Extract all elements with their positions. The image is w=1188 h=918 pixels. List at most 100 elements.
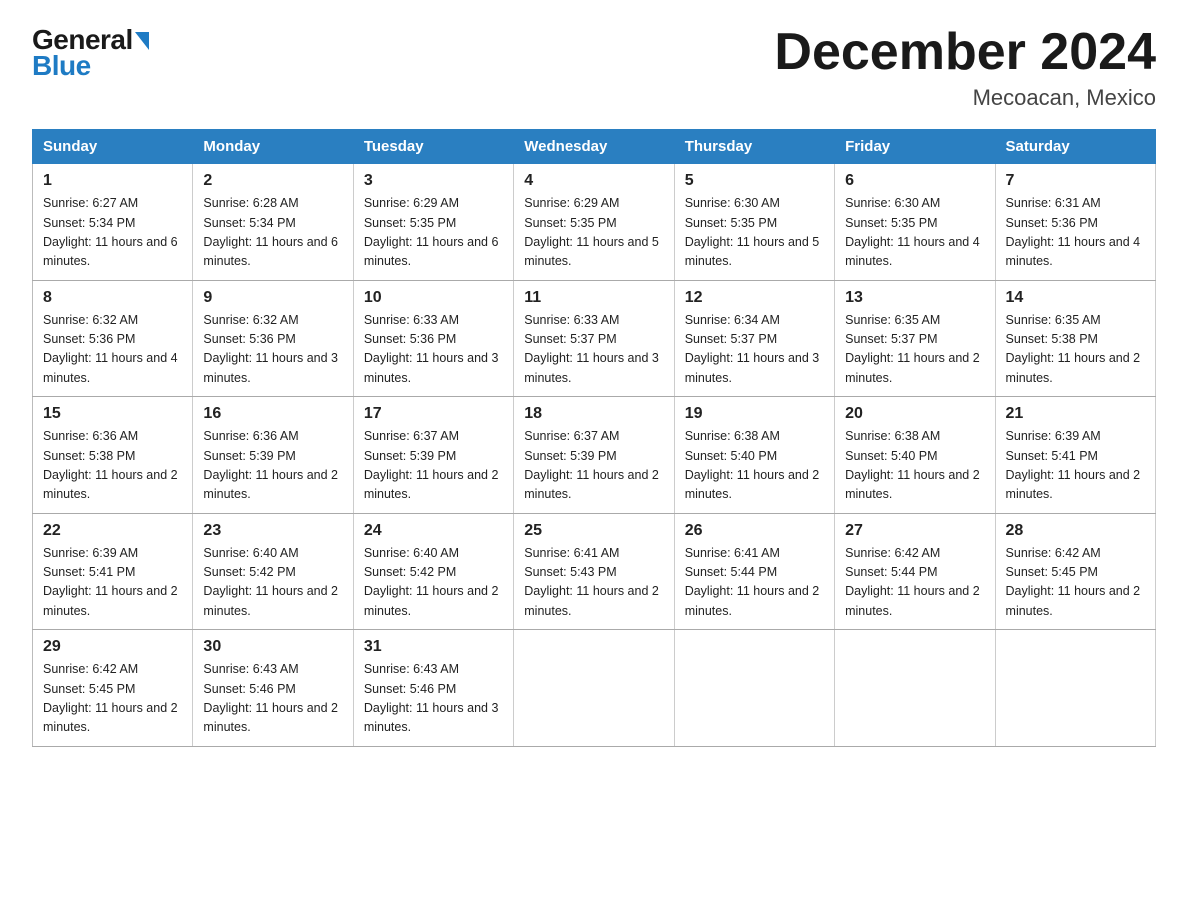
table-row: 2 Sunrise: 6:28 AM Sunset: 5:34 PM Dayli…	[193, 164, 353, 281]
day-number: 4	[524, 172, 663, 190]
table-row: 14 Sunrise: 6:35 AM Sunset: 5:38 PM Dayl…	[995, 280, 1155, 397]
day-info: Sunrise: 6:35 AM Sunset: 5:37 PM Dayligh…	[845, 311, 984, 389]
table-row: 26 Sunrise: 6:41 AM Sunset: 5:44 PM Dayl…	[674, 513, 834, 630]
day-info: Sunrise: 6:37 AM Sunset: 5:39 PM Dayligh…	[524, 427, 663, 505]
table-row: 5 Sunrise: 6:30 AM Sunset: 5:35 PM Dayli…	[674, 164, 834, 281]
day-info: Sunrise: 6:29 AM Sunset: 5:35 PM Dayligh…	[364, 194, 503, 272]
table-row: 12 Sunrise: 6:34 AM Sunset: 5:37 PM Dayl…	[674, 280, 834, 397]
day-number: 7	[1006, 172, 1145, 190]
day-number: 3	[364, 172, 503, 190]
day-number: 19	[685, 405, 824, 423]
month-title: December 2024	[774, 24, 1156, 81]
day-info: Sunrise: 6:42 AM Sunset: 5:45 PM Dayligh…	[1006, 544, 1145, 622]
table-row: 19 Sunrise: 6:38 AM Sunset: 5:40 PM Dayl…	[674, 397, 834, 514]
day-info: Sunrise: 6:37 AM Sunset: 5:39 PM Dayligh…	[364, 427, 503, 505]
day-info: Sunrise: 6:41 AM Sunset: 5:44 PM Dayligh…	[685, 544, 824, 622]
calendar-header-row: Sunday Monday Tuesday Wednesday Thursday…	[33, 130, 1156, 164]
page-header: General Blue December 2024 Mecoacan, Mex…	[32, 24, 1156, 111]
table-row: 31 Sunrise: 6:43 AM Sunset: 5:46 PM Dayl…	[353, 630, 513, 747]
day-info: Sunrise: 6:39 AM Sunset: 5:41 PM Dayligh…	[1006, 427, 1145, 505]
col-thursday: Thursday	[674, 130, 834, 164]
logo: General Blue	[32, 24, 149, 82]
day-number: 20	[845, 405, 984, 423]
day-number: 6	[845, 172, 984, 190]
table-row: 10 Sunrise: 6:33 AM Sunset: 5:36 PM Dayl…	[353, 280, 513, 397]
calendar-table: Sunday Monday Tuesday Wednesday Thursday…	[32, 129, 1156, 747]
day-number: 27	[845, 522, 984, 540]
day-number: 2	[203, 172, 342, 190]
table-row: 3 Sunrise: 6:29 AM Sunset: 5:35 PM Dayli…	[353, 164, 513, 281]
table-row: 17 Sunrise: 6:37 AM Sunset: 5:39 PM Dayl…	[353, 397, 513, 514]
table-row	[835, 630, 995, 747]
table-row: 23 Sunrise: 6:40 AM Sunset: 5:42 PM Dayl…	[193, 513, 353, 630]
day-info: Sunrise: 6:30 AM Sunset: 5:35 PM Dayligh…	[685, 194, 824, 272]
day-info: Sunrise: 6:38 AM Sunset: 5:40 PM Dayligh…	[845, 427, 984, 505]
day-number: 16	[203, 405, 342, 423]
table-row: 27 Sunrise: 6:42 AM Sunset: 5:44 PM Dayl…	[835, 513, 995, 630]
day-number: 14	[1006, 289, 1145, 307]
day-number: 1	[43, 172, 182, 190]
table-row: 7 Sunrise: 6:31 AM Sunset: 5:36 PM Dayli…	[995, 164, 1155, 281]
day-number: 12	[685, 289, 824, 307]
day-number: 5	[685, 172, 824, 190]
day-number: 25	[524, 522, 663, 540]
col-friday: Friday	[835, 130, 995, 164]
day-number: 28	[1006, 522, 1145, 540]
day-info: Sunrise: 6:32 AM Sunset: 5:36 PM Dayligh…	[43, 311, 182, 389]
table-row: 9 Sunrise: 6:32 AM Sunset: 5:36 PM Dayli…	[193, 280, 353, 397]
day-info: Sunrise: 6:40 AM Sunset: 5:42 PM Dayligh…	[203, 544, 342, 622]
table-row: 11 Sunrise: 6:33 AM Sunset: 5:37 PM Dayl…	[514, 280, 674, 397]
day-info: Sunrise: 6:34 AM Sunset: 5:37 PM Dayligh…	[685, 311, 824, 389]
day-info: Sunrise: 6:42 AM Sunset: 5:44 PM Dayligh…	[845, 544, 984, 622]
day-number: 24	[364, 522, 503, 540]
day-number: 30	[203, 638, 342, 656]
day-number: 22	[43, 522, 182, 540]
day-info: Sunrise: 6:31 AM Sunset: 5:36 PM Dayligh…	[1006, 194, 1145, 272]
table-row: 15 Sunrise: 6:36 AM Sunset: 5:38 PM Dayl…	[33, 397, 193, 514]
calendar-week-row: 8 Sunrise: 6:32 AM Sunset: 5:36 PM Dayli…	[33, 280, 1156, 397]
table-row: 18 Sunrise: 6:37 AM Sunset: 5:39 PM Dayl…	[514, 397, 674, 514]
table-row	[995, 630, 1155, 747]
table-row: 6 Sunrise: 6:30 AM Sunset: 5:35 PM Dayli…	[835, 164, 995, 281]
table-row	[514, 630, 674, 747]
day-number: 21	[1006, 405, 1145, 423]
day-info: Sunrise: 6:32 AM Sunset: 5:36 PM Dayligh…	[203, 311, 342, 389]
day-number: 10	[364, 289, 503, 307]
day-info: Sunrise: 6:42 AM Sunset: 5:45 PM Dayligh…	[43, 660, 182, 738]
day-info: Sunrise: 6:36 AM Sunset: 5:39 PM Dayligh…	[203, 427, 342, 505]
day-number: 23	[203, 522, 342, 540]
table-row: 8 Sunrise: 6:32 AM Sunset: 5:36 PM Dayli…	[33, 280, 193, 397]
table-row: 4 Sunrise: 6:29 AM Sunset: 5:35 PM Dayli…	[514, 164, 674, 281]
header-right: December 2024 Mecoacan, Mexico	[774, 24, 1156, 111]
day-info: Sunrise: 6:40 AM Sunset: 5:42 PM Dayligh…	[364, 544, 503, 622]
day-info: Sunrise: 6:33 AM Sunset: 5:37 PM Dayligh…	[524, 311, 663, 389]
day-number: 8	[43, 289, 182, 307]
col-saturday: Saturday	[995, 130, 1155, 164]
day-info: Sunrise: 6:27 AM Sunset: 5:34 PM Dayligh…	[43, 194, 182, 272]
day-number: 13	[845, 289, 984, 307]
calendar-week-row: 29 Sunrise: 6:42 AM Sunset: 5:45 PM Dayl…	[33, 630, 1156, 747]
table-row: 13 Sunrise: 6:35 AM Sunset: 5:37 PM Dayl…	[835, 280, 995, 397]
table-row: 21 Sunrise: 6:39 AM Sunset: 5:41 PM Dayl…	[995, 397, 1155, 514]
table-row: 16 Sunrise: 6:36 AM Sunset: 5:39 PM Dayl…	[193, 397, 353, 514]
location: Mecoacan, Mexico	[774, 85, 1156, 111]
day-number: 31	[364, 638, 503, 656]
calendar-week-row: 1 Sunrise: 6:27 AM Sunset: 5:34 PM Dayli…	[33, 164, 1156, 281]
day-info: Sunrise: 6:43 AM Sunset: 5:46 PM Dayligh…	[364, 660, 503, 738]
table-row: 20 Sunrise: 6:38 AM Sunset: 5:40 PM Dayl…	[835, 397, 995, 514]
day-info: Sunrise: 6:29 AM Sunset: 5:35 PM Dayligh…	[524, 194, 663, 272]
table-row: 29 Sunrise: 6:42 AM Sunset: 5:45 PM Dayl…	[33, 630, 193, 747]
day-info: Sunrise: 6:28 AM Sunset: 5:34 PM Dayligh…	[203, 194, 342, 272]
table-row: 24 Sunrise: 6:40 AM Sunset: 5:42 PM Dayl…	[353, 513, 513, 630]
table-row: 1 Sunrise: 6:27 AM Sunset: 5:34 PM Dayli…	[33, 164, 193, 281]
day-info: Sunrise: 6:38 AM Sunset: 5:40 PM Dayligh…	[685, 427, 824, 505]
day-number: 15	[43, 405, 182, 423]
day-number: 26	[685, 522, 824, 540]
logo-arrow-icon	[135, 32, 149, 50]
calendar-week-row: 22 Sunrise: 6:39 AM Sunset: 5:41 PM Dayl…	[33, 513, 1156, 630]
calendar-week-row: 15 Sunrise: 6:36 AM Sunset: 5:38 PM Dayl…	[33, 397, 1156, 514]
day-info: Sunrise: 6:33 AM Sunset: 5:36 PM Dayligh…	[364, 311, 503, 389]
day-number: 11	[524, 289, 663, 307]
day-info: Sunrise: 6:41 AM Sunset: 5:43 PM Dayligh…	[524, 544, 663, 622]
table-row: 25 Sunrise: 6:41 AM Sunset: 5:43 PM Dayl…	[514, 513, 674, 630]
